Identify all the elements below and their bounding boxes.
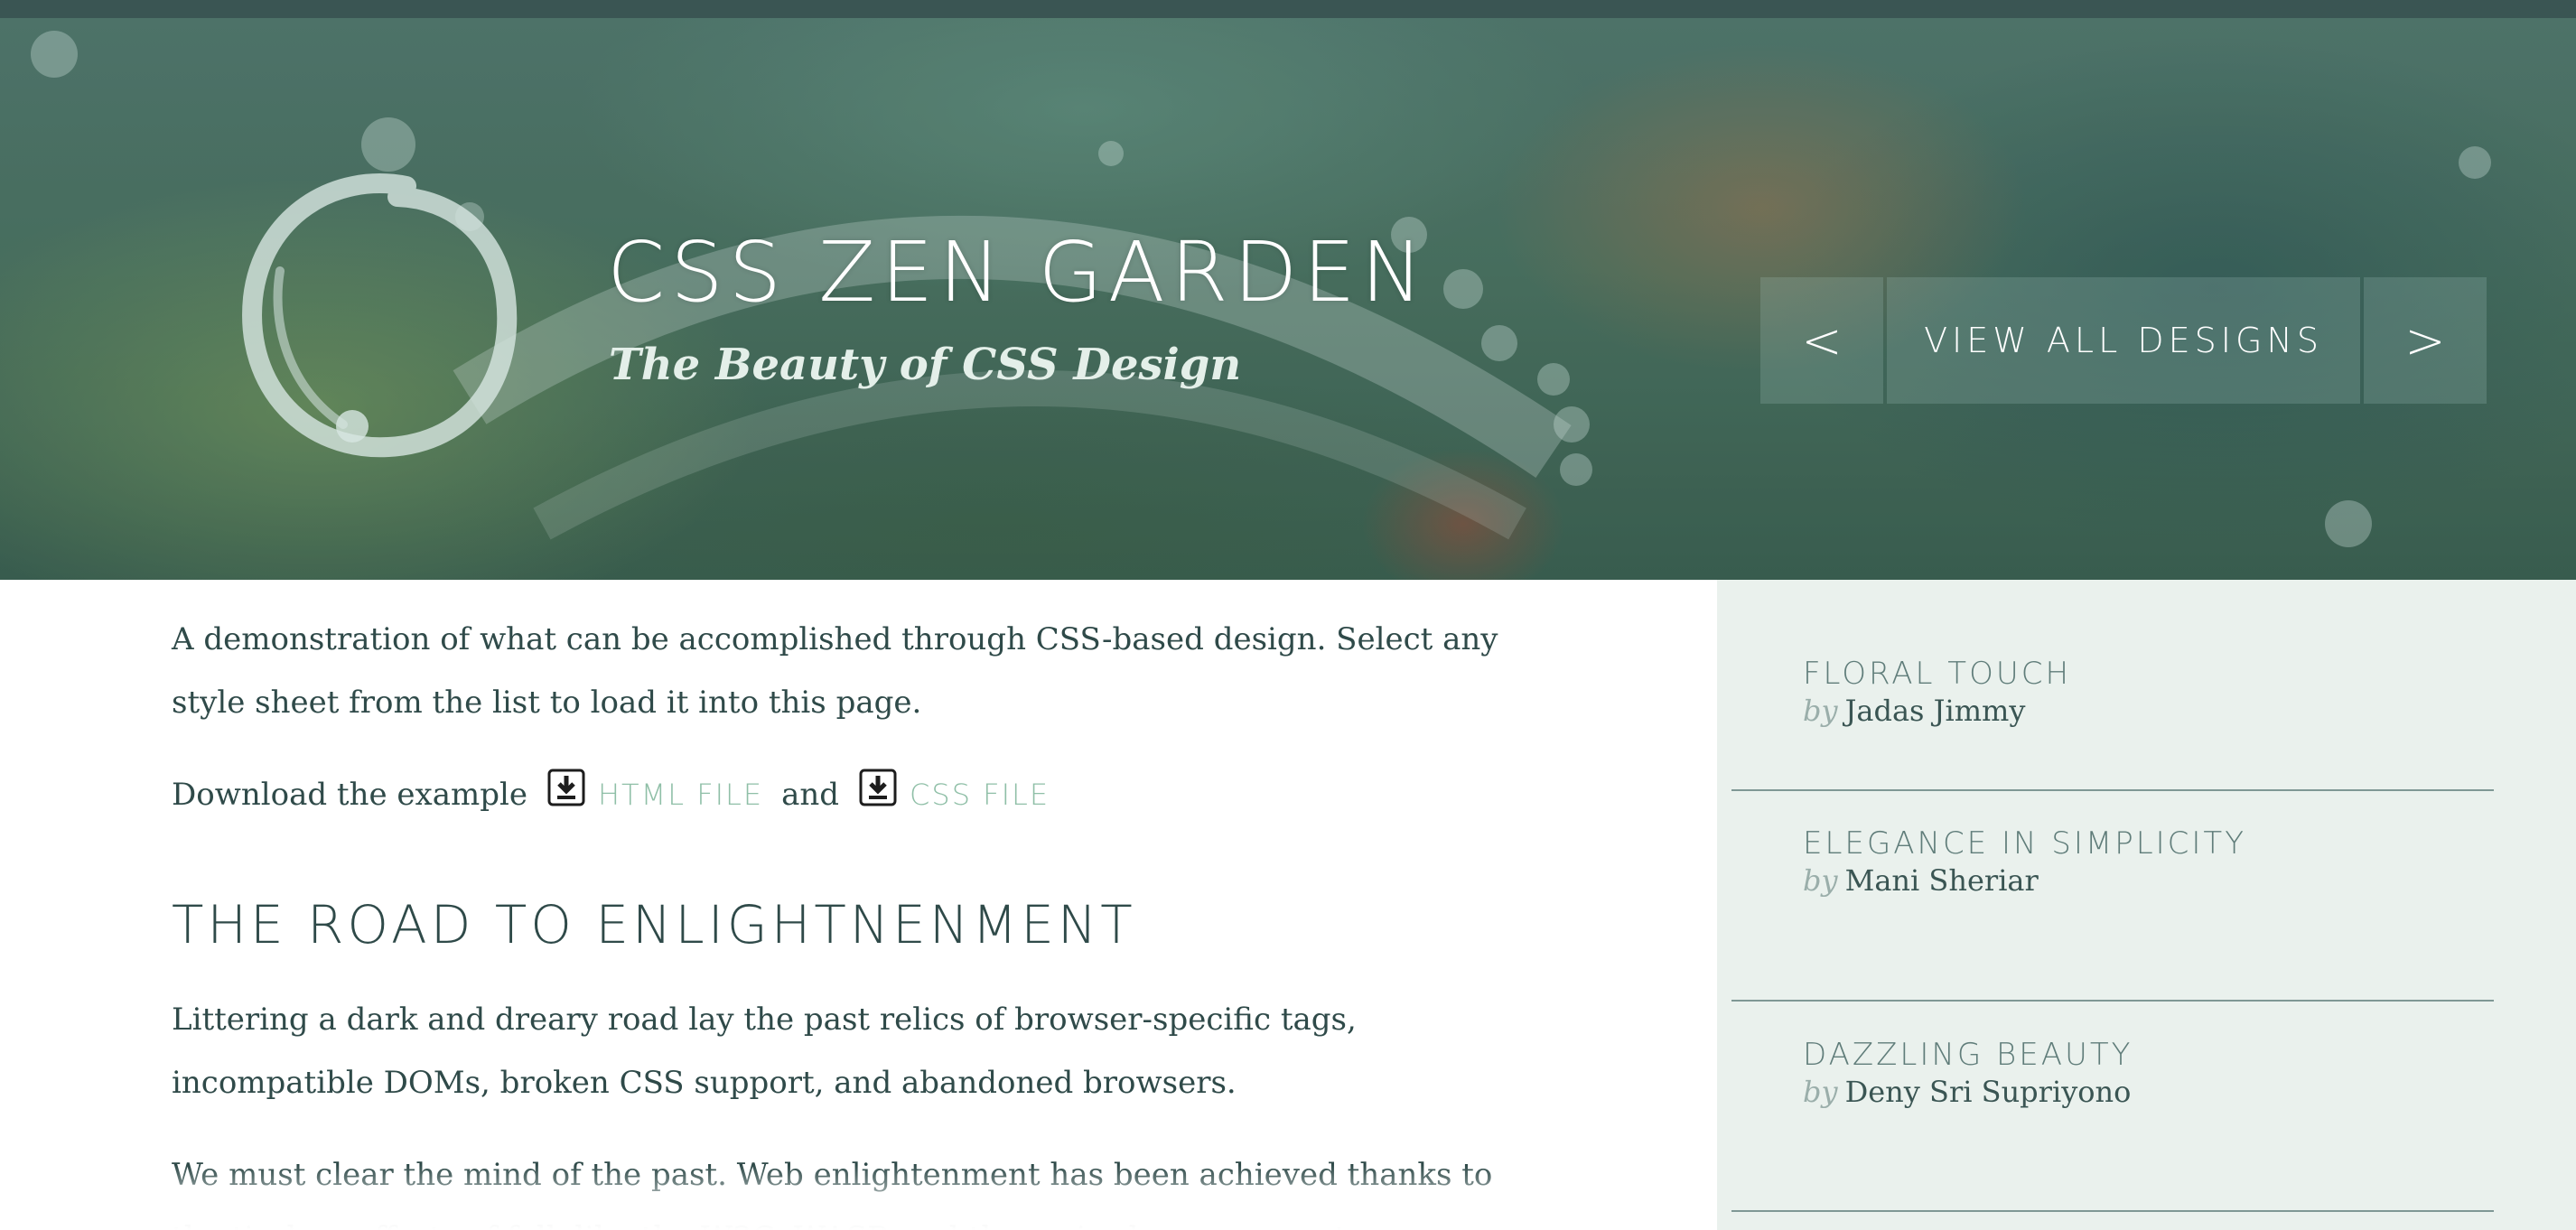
download-conjunction: and <box>781 777 840 813</box>
section-paragraph: Littering a dark and dreary road lay the… <box>172 1002 1357 1101</box>
design-author-link[interactable]: Deny Sri Supriyono <box>1845 1075 2132 1109</box>
by-label: by <box>1803 863 1838 898</box>
view-all-designs-button[interactable]: VIEW ALL DESIGNS <box>1887 277 2360 404</box>
design-name-link[interactable]: ELEGANCE IN SIMPLICITY <box>1803 825 2525 862</box>
by-label: by <box>1803 694 1838 728</box>
design-list-sidebar: FLORAL TOUCH by Jadas Jimmy ELEGANCE IN S… <box>1717 580 2576 1230</box>
chevron-right-icon: > <box>2404 312 2446 369</box>
design-author-line: by Mani Sheriar <box>1803 863 2525 898</box>
design-name-link[interactable]: FLORAL TOUCH <box>1803 656 2525 692</box>
divider <box>1731 1210 2494 1212</box>
design-name-link[interactable]: DAZZLING BEAUTY <box>1803 1037 2525 1073</box>
chevron-left-icon: < <box>1801 312 1843 369</box>
design-navigation: < VIEW ALL DESIGNS > <box>1760 277 2487 404</box>
download-icon <box>547 769 585 806</box>
site-title: CSS ZEN GARDEN <box>607 224 1429 321</box>
design-author-link[interactable]: Mani Sheriar <box>1845 863 2039 898</box>
intro-paragraph: A demonstration of what can be accomplis… <box>172 621 1498 721</box>
previous-design-button[interactable]: < <box>1760 277 1883 404</box>
site-subtitle: The Beauty of CSS Design <box>609 340 1242 390</box>
download-icon <box>859 769 897 806</box>
design-list-item: DAZZLING BEAUTY by Deny Sri Supriyono <box>1803 1037 2525 1109</box>
next-design-button[interactable]: > <box>2364 277 2487 404</box>
design-list-item: FLORAL TOUCH by Jadas Jimmy <box>1803 656 2525 728</box>
design-author-line: by Jadas Jimmy <box>1803 694 2525 728</box>
html-file-link[interactable]: HTML FILE <box>598 778 763 812</box>
design-list-item: ELEGANCE IN SIMPLICITY by Mani Sheriar <box>1803 825 2525 898</box>
enso-circle-icon <box>242 173 518 458</box>
divider <box>1731 789 2494 791</box>
by-label: by <box>1803 1075 1838 1109</box>
header-banner: CSS ZEN GARDEN The Beauty of CSS Design … <box>0 18 2576 580</box>
css-file-link[interactable]: CSS FILE <box>910 778 1050 812</box>
top-bar <box>0 0 2576 18</box>
divider <box>1731 1000 2494 1002</box>
scroll-fade <box>0 1165 1716 1230</box>
design-author-link[interactable]: Jadas Jimmy <box>1845 694 2026 728</box>
download-line: Download the example HTML FILE and CSS F… <box>172 763 1050 826</box>
download-prefix: Download the example <box>172 777 527 813</box>
section-heading: THE ROAD TO ENLIGHTNENMENT <box>172 894 1136 955</box>
design-author-line: by Deny Sri Supriyono <box>1803 1075 2525 1109</box>
